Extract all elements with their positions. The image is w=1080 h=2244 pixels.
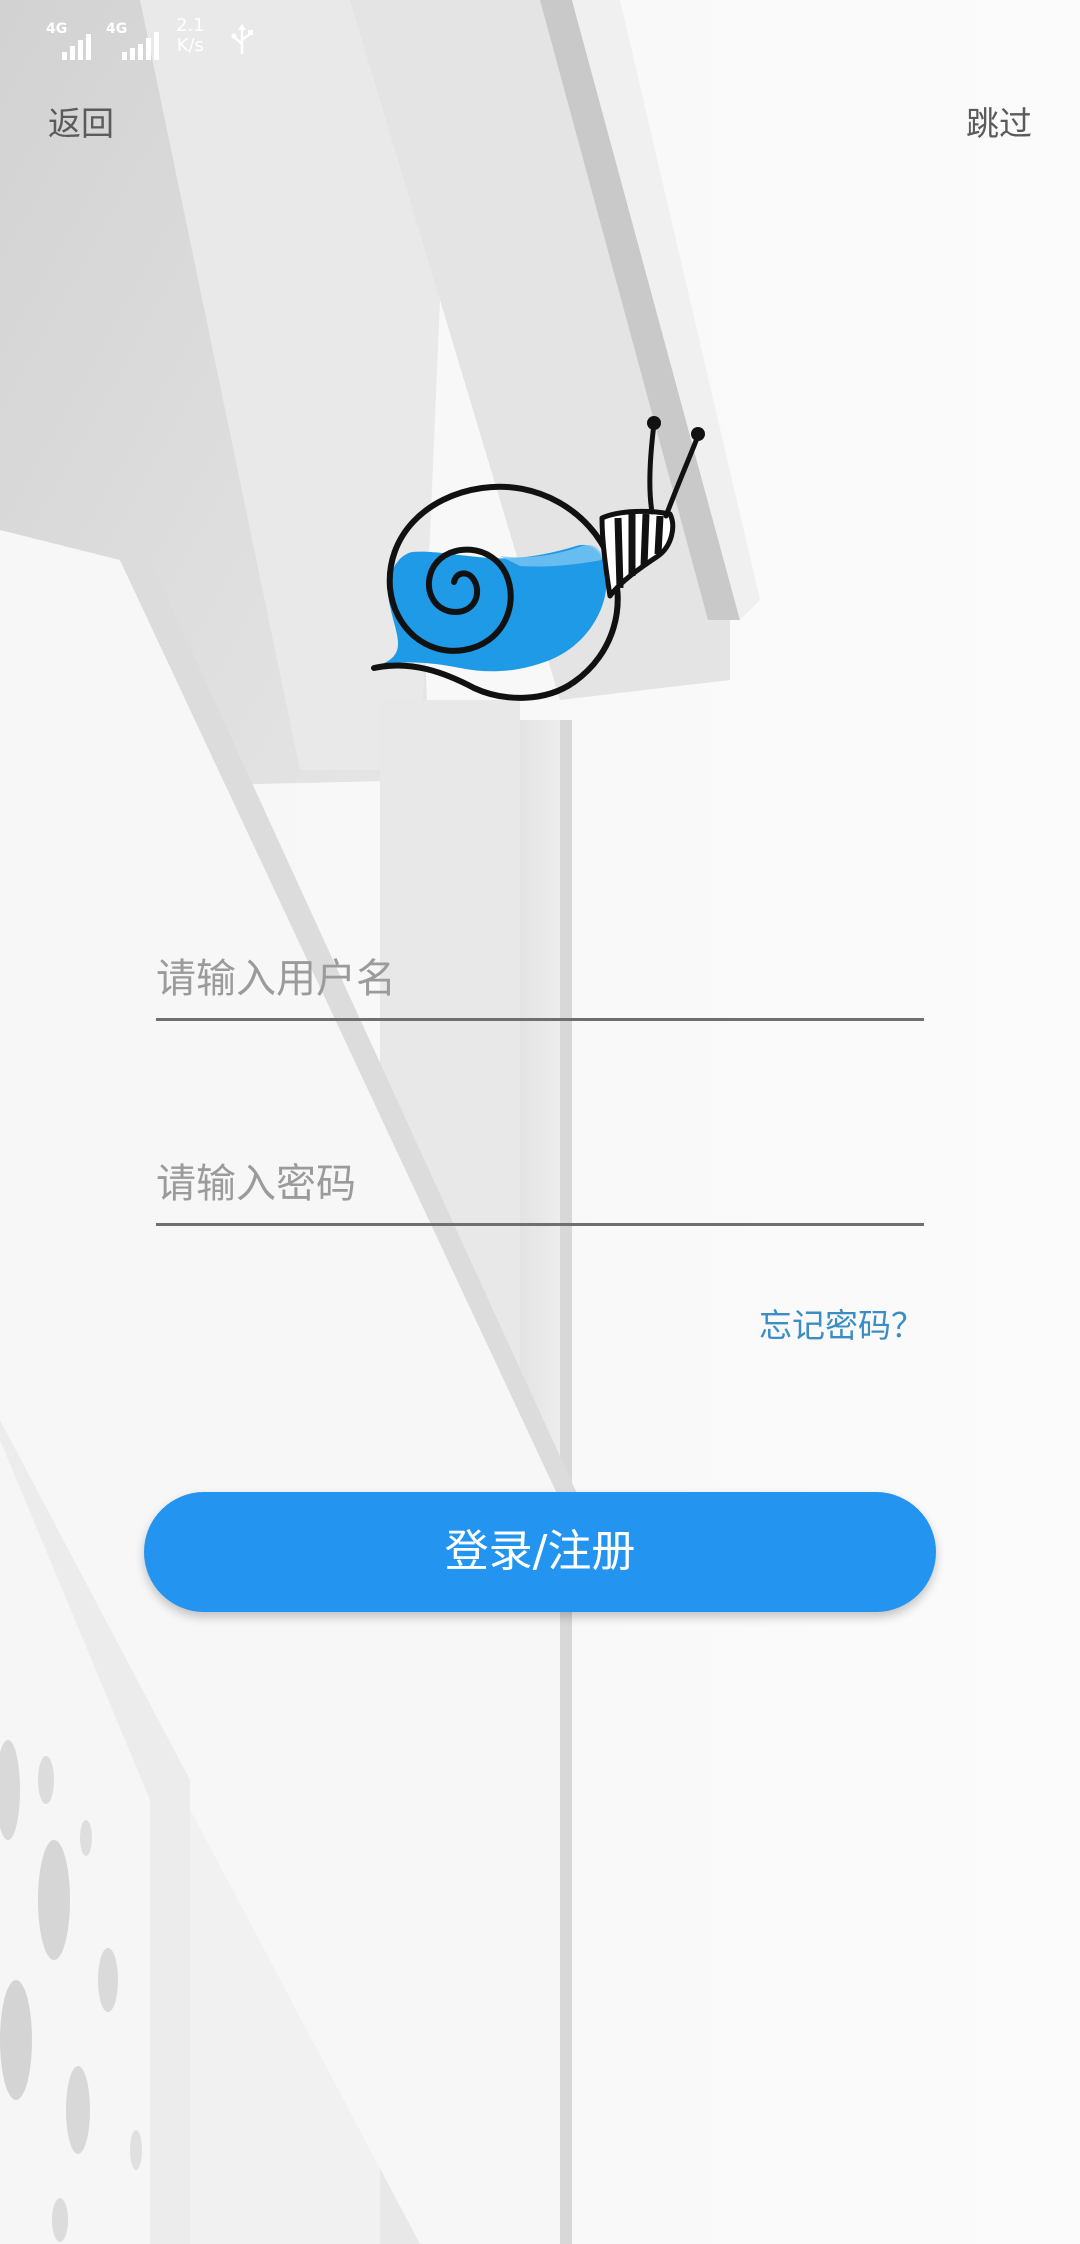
signal-bars-icon xyxy=(122,32,159,60)
password-input[interactable] xyxy=(156,1153,924,1215)
login-register-button[interactable]: 登录/注册 xyxy=(144,1492,936,1612)
snail-logo-icon xyxy=(371,416,705,701)
signal-bars-icon xyxy=(62,34,91,60)
password-field xyxy=(156,1153,924,1226)
network-speed: 2.1 K/s xyxy=(176,16,205,56)
top-bar: 返回 跳过 xyxy=(0,96,1080,152)
back-button[interactable]: 返回 xyxy=(48,96,114,152)
login-screen: 4G 4G 2.1 K/s 返回 跳过 请输入用户名 忘记密码？ 登录/注册 xyxy=(0,0,1080,2244)
background-image xyxy=(0,0,1080,2244)
usb-icon xyxy=(231,24,253,54)
forgot-password-link[interactable]: 忘记密码？ xyxy=(759,1303,924,1349)
status-bar: 4G 4G 2.1 K/s xyxy=(0,0,1080,70)
skip-button[interactable]: 跳过 xyxy=(966,96,1032,152)
speed-unit: K/s xyxy=(176,35,204,56)
speed-value: 2.1 xyxy=(176,15,205,36)
username-input[interactable] xyxy=(156,948,924,1010)
username-field xyxy=(156,948,924,1021)
